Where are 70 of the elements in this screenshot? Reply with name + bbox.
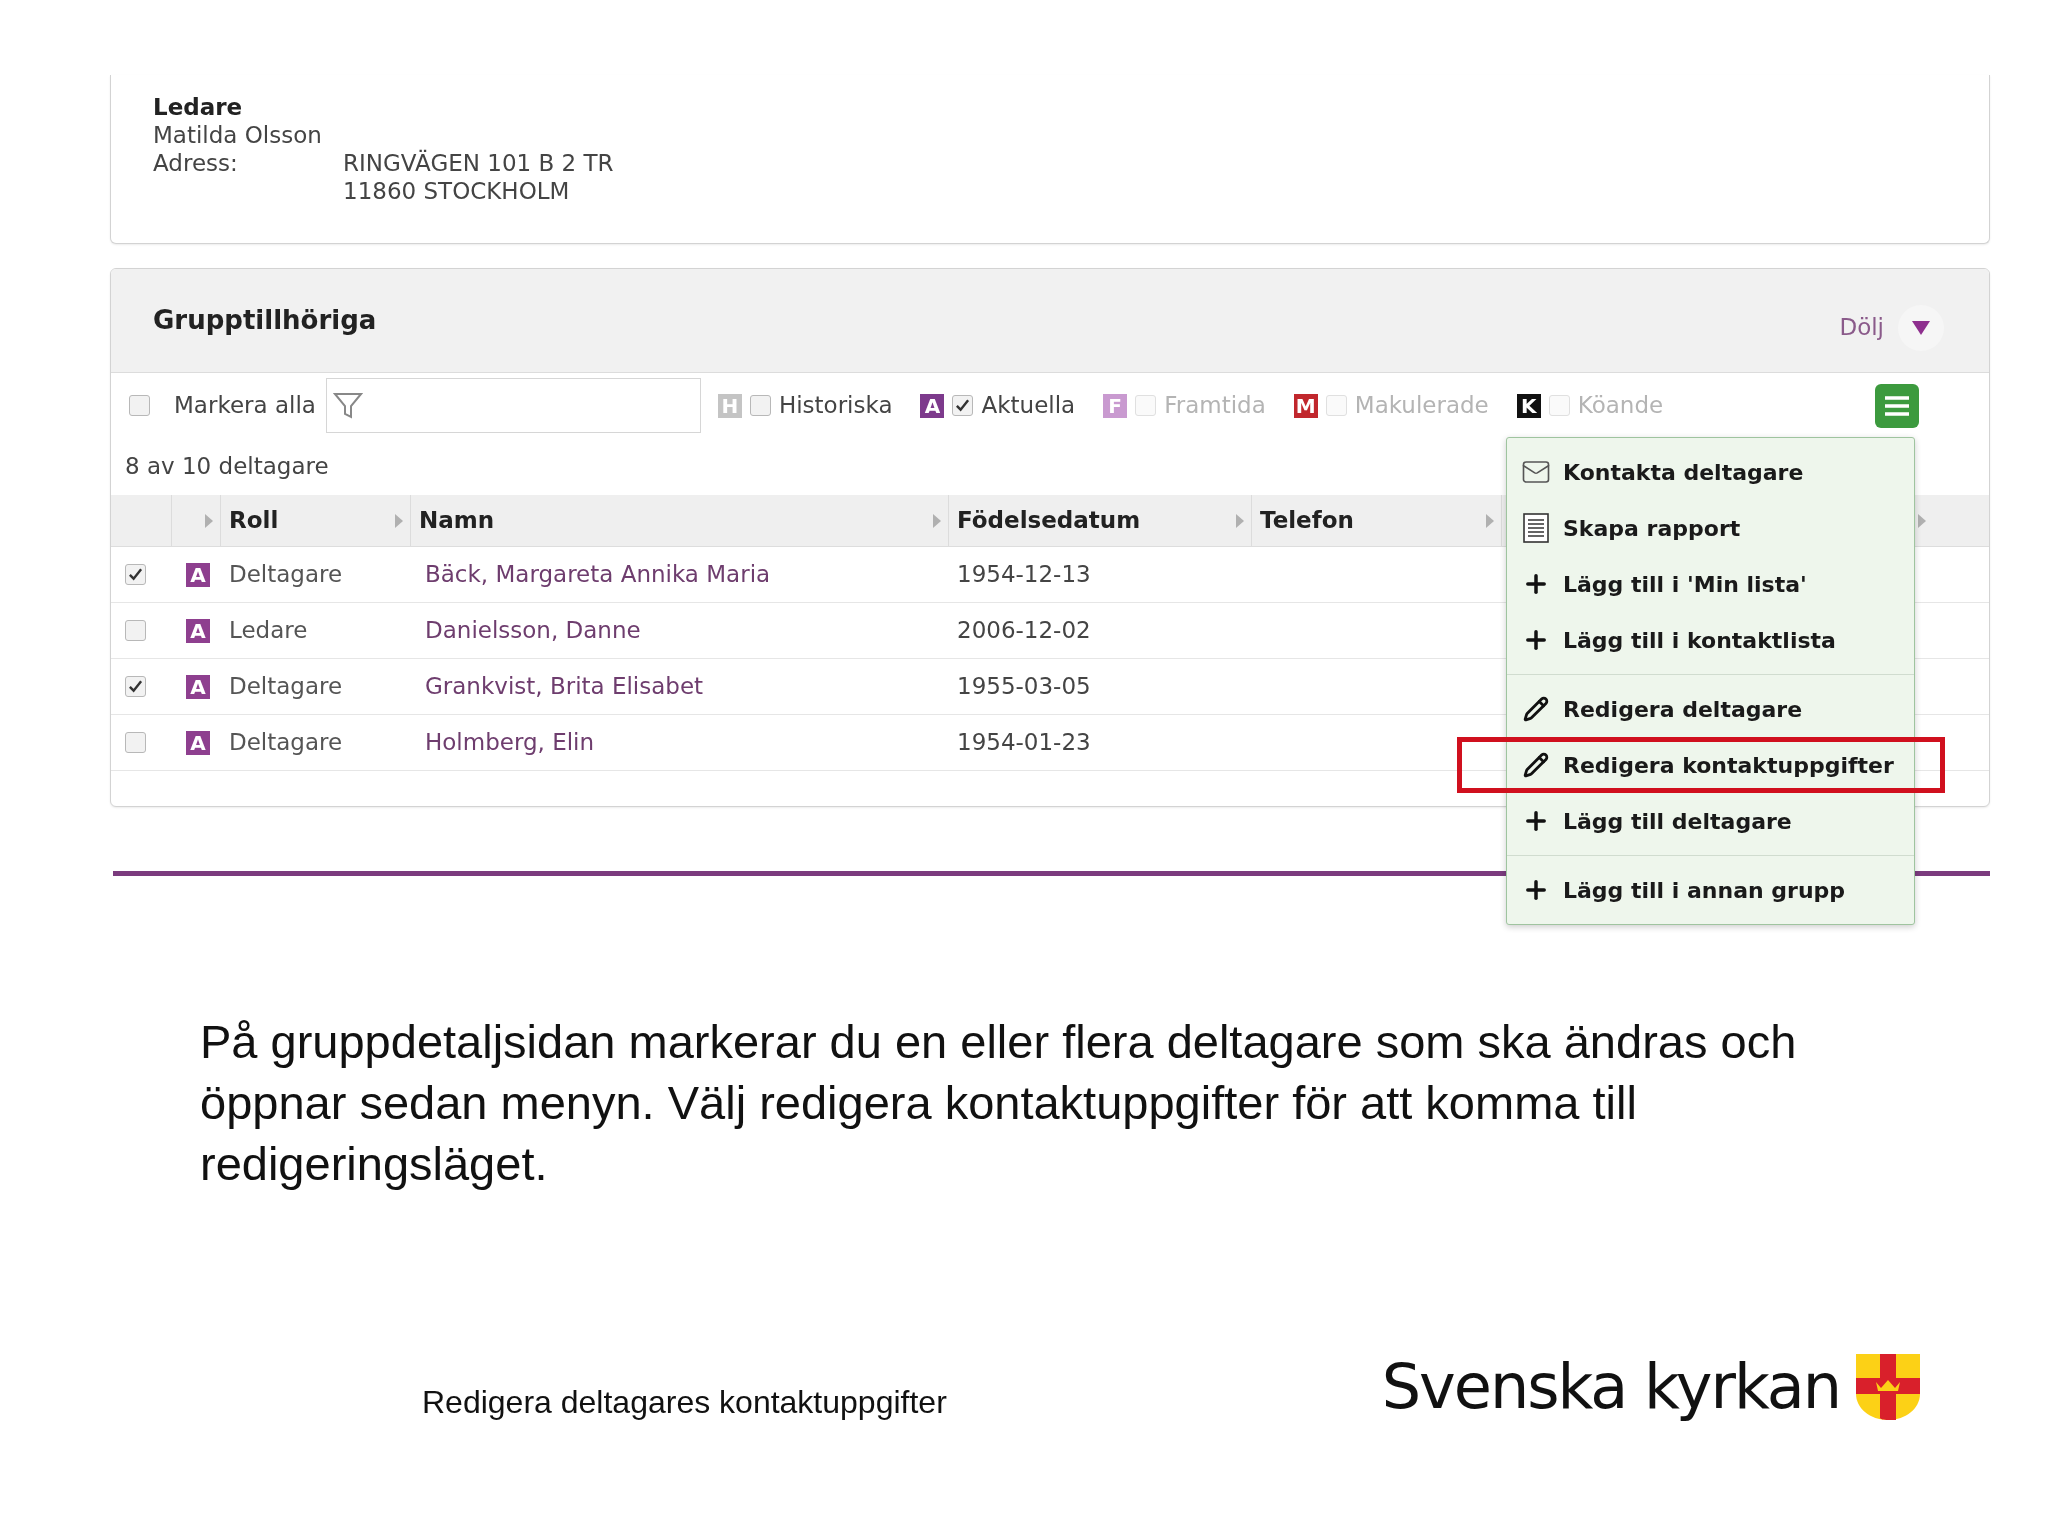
status-badge: A (186, 730, 210, 755)
sort-arrow-icon[interactable] (1485, 512, 1495, 529)
leader-name: Matilda Olsson (153, 121, 323, 149)
pencil-icon (1523, 696, 1549, 722)
status-badge: A (920, 393, 945, 418)
filter-label[interactable]: Aktuella (981, 388, 1076, 423)
menu-item[interactable]: Redigera kontaktuppgifter (1457, 737, 1945, 793)
menu-item[interactable]: Redigera deltagare (1507, 687, 1914, 731)
checkbox[interactable] (129, 395, 150, 416)
status-badge: M (1293, 393, 1318, 418)
address-line: RINGVÄGEN 101 B 2 TR (343, 149, 614, 177)
address-label: Adress: (153, 149, 239, 178)
caption-text: På gruppdetaljsidan markerar du en eller flera deltagare som ska ändras och öppnar sedan menyn. Välj redigera kontaktuppgifter för att komma till redigeringsläget. (200, 1014, 1798, 1192)
status-badge: A (186, 618, 210, 643)
pencil-icon (1523, 752, 1549, 778)
logo-text: Svenska kyrkan (1381, 1349, 1840, 1425)
checkbox[interactable] (125, 564, 146, 585)
menu-item[interactable]: Lägg till deltagare (1507, 799, 1914, 843)
filter-field[interactable] (325, 378, 701, 433)
menu-item[interactable]: Lägg till i annan grupp (1507, 868, 1914, 912)
sort-arrow-icon[interactable] (204, 512, 214, 529)
name-link[interactable]: Bäck, Margareta Annika Maria (411, 557, 949, 592)
column-header[interactable]: Namn (419, 503, 495, 538)
filter-label[interactable]: Historiska (778, 388, 893, 423)
section-title: Grupptillhöriga (153, 304, 377, 337)
status-badge: A (186, 674, 210, 699)
column-header[interactable]: Födelsedatum (957, 503, 1141, 538)
role-cell-text: Deltagare (228, 560, 344, 590)
column-header[interactable]: Telefon (1260, 503, 1354, 538)
document-icon (1523, 513, 1549, 543)
leader-title: Ledare (153, 93, 244, 121)
address-line: 11860 STOCKHOLM (343, 177, 571, 205)
select-all-label[interactable]: Markera alla (174, 388, 316, 423)
status-badge: F (1103, 393, 1128, 418)
name-link[interactable]: Grankvist, Brita Elisabet (411, 669, 949, 704)
shield-logo-icon (1856, 1353, 1920, 1420)
participant-count: 8 av 10 deltagare (125, 452, 329, 482)
role-cell-text: Ledare (228, 616, 309, 646)
column-header[interactable]: Roll (229, 503, 279, 538)
menu-item[interactable]: Skapa rapport (1507, 506, 1914, 550)
name-link[interactable]: Holmberg, Elin (411, 725, 949, 760)
filter-icon (332, 391, 363, 420)
checkbox[interactable] (952, 395, 974, 416)
birth-date-cell-text: 1954-12-13 (956, 560, 1092, 590)
status-badge: A (186, 562, 210, 587)
sort-arrow-icon[interactable] (1917, 512, 1927, 529)
sort-arrow-icon[interactable] (394, 512, 404, 529)
menu-icon (1884, 394, 1910, 417)
checkbox[interactable] (125, 676, 146, 697)
role-cell-text: Deltagare (228, 672, 344, 702)
checkbox[interactable] (125, 620, 146, 641)
birth-date-cell-text: 1955-03-05 (956, 672, 1092, 702)
birth-date-cell-text: 2006-12-02 (956, 616, 1092, 646)
birth-date-cell-text: 1954-01-23 (956, 728, 1092, 758)
sort-arrow-icon[interactable] (1235, 512, 1245, 529)
status-badge: K (1516, 393, 1541, 418)
collapse-button[interactable] (1898, 304, 1944, 351)
menu-item[interactable]: Lägg till i 'Min lista' (1507, 562, 1914, 606)
caret-icon (1912, 320, 1930, 335)
name-link[interactable]: Danielsson, Danne (411, 613, 949, 648)
menu-button[interactable] (1875, 383, 1919, 428)
status-badge: H (717, 393, 742, 418)
footer-text: Redigera deltagares kontaktuppgifter (422, 1382, 947, 1422)
menu-item[interactable]: Lägg till i kontaktlista (1507, 618, 1914, 662)
menu-item[interactable]: Kontakta deltagare (1507, 450, 1914, 494)
hide-link[interactable]: Dölj (1839, 310, 1884, 345)
checkbox[interactable] (749, 395, 771, 416)
sort-arrow-icon[interactable] (932, 512, 942, 529)
role-cell-text: Deltagare (228, 728, 344, 758)
checkbox[interactable] (125, 732, 146, 753)
